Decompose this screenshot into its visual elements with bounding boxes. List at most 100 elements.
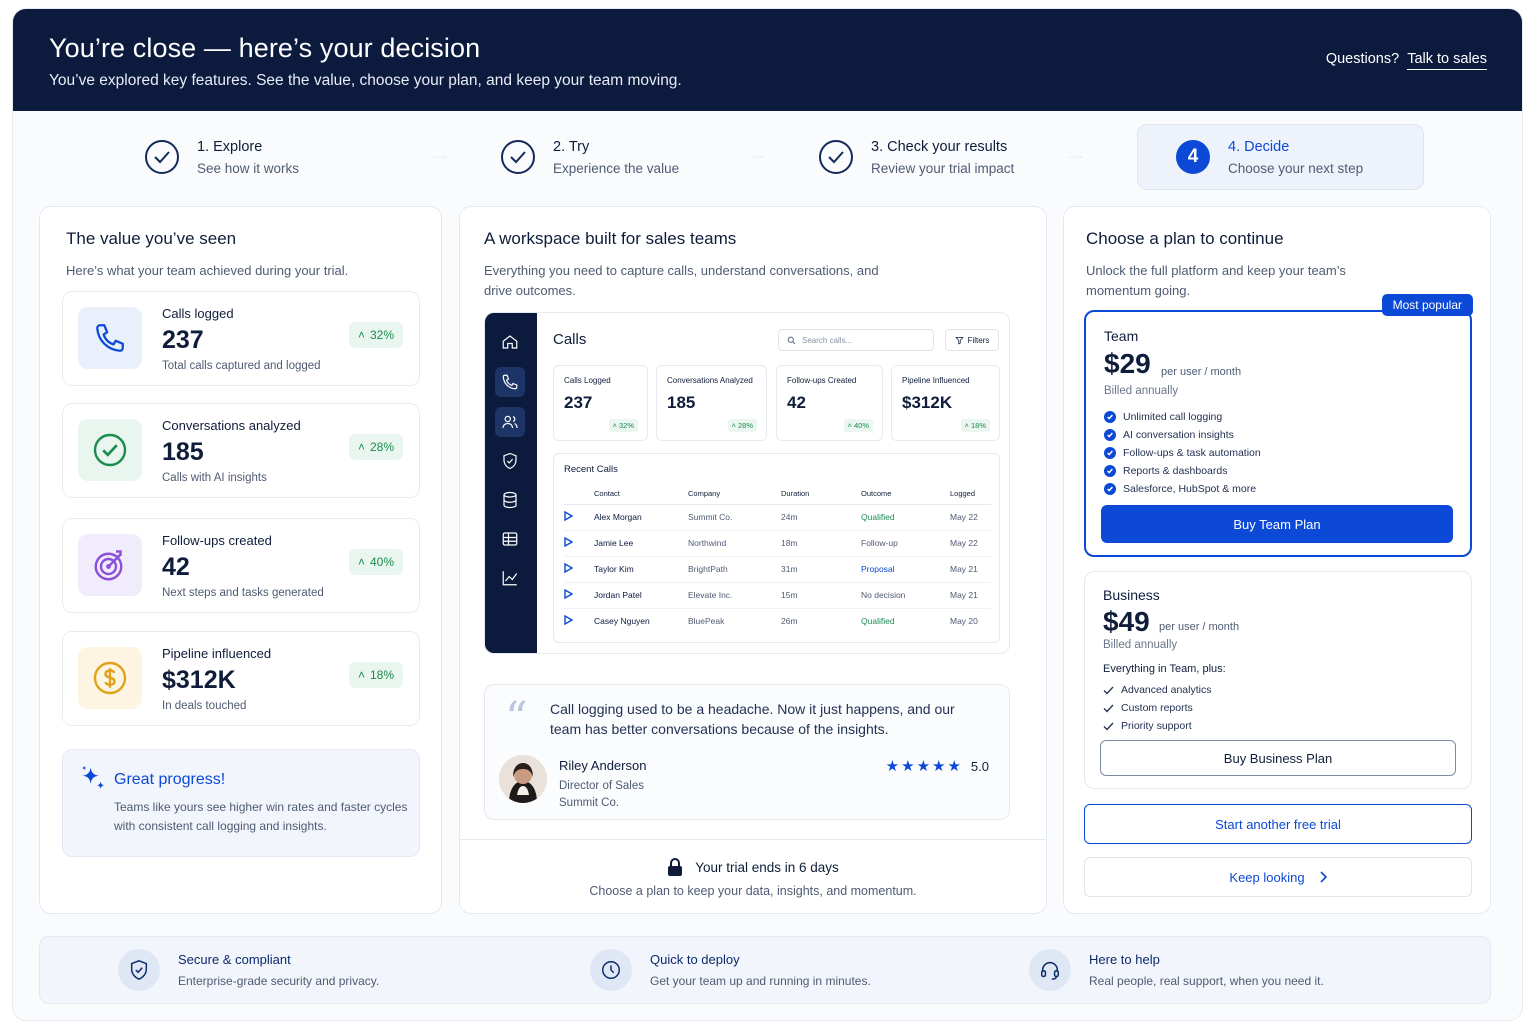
step-title: 4. Decide — [1228, 138, 1290, 155]
plan-intro: Everything in Team, plus: — [1103, 663, 1226, 675]
filter-icon — [954, 336, 964, 344]
step-explore[interactable]: 1. Explore See how it works — [145, 124, 299, 190]
plan-billing: Billed annually — [1103, 639, 1178, 651]
step-desc: Review your trial impact — [871, 160, 1015, 176]
table-row[interactable]: Jordan Patel Elevate Inc. 15m No decisio… — [564, 582, 991, 609]
plans-subtitle: Unlock the full platform and keep your t… — [1086, 263, 1346, 298]
stat-value: $312K — [162, 666, 236, 694]
plan-price: $29 — [1104, 348, 1151, 379]
feature-item: Salesforce, HubSpot & more — [1104, 480, 1261, 498]
change-badge: ˄ 28% — [348, 434, 403, 460]
testimonial: “ Call logging used to be a headache. No… — [484, 684, 1010, 820]
hero-header: You’re close — here’s your decision You’… — [13, 9, 1522, 111]
play-icon[interactable] — [564, 615, 574, 626]
filters-button[interactable]: Filters — [945, 329, 999, 351]
step-check-results[interactable]: 3. Check your results Review your trial … — [819, 124, 1014, 190]
plan-team: Most popular Team $29 per user / month B… — [1084, 294, 1473, 557]
plan-business: Business $49 per user / month Billed ann… — [1084, 571, 1472, 789]
step-title: 2. Try — [553, 138, 590, 155]
app-search-input[interactable]: Search calls... — [778, 329, 934, 351]
talk-to-sales-link[interactable]: Talk to sales — [1407, 51, 1487, 70]
recent-calls-table: Recent Calls Contact Company Duration Ou… — [553, 453, 1000, 643]
chevron-up-icon: ˄ — [357, 555, 365, 569]
step-title: 3. Check your results — [871, 138, 1008, 155]
workspace-subtitle: Everything you need to capture calls, un… — [484, 263, 879, 298]
plan-unit: per user / month — [1159, 621, 1240, 633]
start-free-trial-button[interactable]: Start another free trial — [1084, 804, 1472, 844]
play-icon[interactable] — [564, 536, 574, 548]
check-icon — [1104, 429, 1116, 441]
value-card: The value you’ve seen Here’s what your t… — [39, 206, 442, 914]
stat-label: Calls logged — [162, 306, 234, 321]
buy-team-plan-button[interactable]: Buy Team Plan — [1101, 505, 1453, 543]
table-row[interactable]: Casey Nguyen BluePeak 26m Qualified May … — [564, 608, 991, 634]
table-row[interactable]: Jamie Lee Northwind 18m Follow-up May 22 — [564, 530, 991, 557]
check-icon — [1104, 483, 1116, 495]
step-try[interactable]: 2. Try Experience the value — [501, 124, 679, 190]
rating: ★★★★★ 5.0 — [886, 757, 989, 775]
check-icon — [1103, 704, 1114, 712]
table-row[interactable]: Taylor Kim BrightPath 31m Proposal May 2… — [564, 556, 991, 583]
feature-item: Follow-ups & task automation — [1104, 444, 1261, 462]
feature-item: Reports & dashboards — [1104, 462, 1261, 480]
app-title: Calls — [553, 331, 587, 348]
progress-desc: Teams like yours see higher win rates an… — [114, 800, 408, 833]
keep-looking-button[interactable]: Keep looking — [1084, 857, 1472, 897]
metric-card: Conversations Analyzed 185 ˄ 28% — [656, 365, 767, 441]
stat-value: 42 — [162, 553, 190, 581]
check-icon — [819, 140, 853, 174]
plan-features: Advanced analytics Custom reports Priori… — [1103, 681, 1211, 735]
step-title: 1. Explore — [197, 138, 263, 155]
metric-card: Calls Logged 237 ˄ 32% — [553, 365, 648, 441]
change-badge: ˄ 18% — [960, 419, 990, 432]
change-badge: ˄ 18% — [348, 662, 403, 688]
phone-icon — [78, 307, 142, 369]
check-icon — [1104, 447, 1116, 459]
step-number: 4 — [1176, 140, 1210, 174]
star-icons: ★★★★★ — [885, 758, 963, 775]
shield-icon[interactable] — [495, 446, 525, 476]
play-icon[interactable] — [564, 588, 574, 600]
check-icon — [1103, 686, 1114, 694]
help-prefix: Questions? — [1325, 51, 1400, 67]
step-desc: Experience the value — [553, 160, 680, 176]
page-subtitle: You’ve explored key features. See the va… — [49, 72, 682, 89]
progress-title: Great progress! — [114, 771, 226, 788]
column-header: Outcome — [861, 484, 950, 505]
stat-desc: In deals touched — [162, 700, 247, 712]
plan-price: $49 — [1103, 606, 1150, 637]
check-circle-icon — [78, 419, 142, 481]
trust-bar: Secure & compliant Enterprise-grade secu… — [39, 936, 1491, 1004]
recent-calls-title: Recent Calls — [564, 464, 618, 475]
calls-icon[interactable] — [495, 367, 525, 397]
step-decide[interactable]: 4 4. Decide Choose your next step — [1137, 124, 1424, 190]
value-title: The value you’ve seen — [66, 229, 237, 248]
stat-value: 237 — [162, 326, 204, 354]
stat-value: 185 — [162, 438, 204, 466]
chart-icon[interactable] — [495, 563, 525, 593]
chevron-up-icon: ˄ — [357, 668, 365, 682]
home-icon[interactable] — [495, 327, 525, 357]
buy-business-plan-button[interactable]: Buy Business Plan — [1100, 740, 1456, 776]
step-desc: Choose your next step — [1228, 160, 1364, 176]
table-row[interactable]: Alex Morgan Summit Co. 24m Qualified May… — [564, 504, 991, 531]
page-title: You’re close — here’s your decision — [49, 33, 481, 63]
chevron-up-icon: ˄ — [357, 440, 365, 454]
check-icon — [501, 140, 535, 174]
change-badge: ˄ 40% — [843, 419, 873, 432]
stat-desc: Next steps and tasks generated — [162, 587, 324, 599]
users-icon[interactable] — [495, 407, 525, 437]
play-icon[interactable] — [564, 510, 574, 522]
table-icon[interactable] — [495, 524, 525, 554]
check-icon — [1104, 465, 1116, 477]
trust-item: Here to help Real people, real support, … — [1029, 949, 1324, 991]
trial-notice: Your trial ends in 6 days Choose a plan … — [460, 839, 1046, 914]
plan-name: Team — [1104, 328, 1139, 344]
play-icon[interactable] — [564, 562, 574, 574]
stat-desc: Calls with AI insights — [162, 472, 267, 484]
feature-item: AI conversation insights — [1104, 426, 1261, 444]
app-sidebar — [485, 313, 537, 653]
plans-title: Choose a plan to continue — [1086, 229, 1284, 248]
database-icon[interactable] — [495, 485, 525, 515]
value-subtitle: Here’s what your team achieved during yo… — [66, 263, 349, 278]
